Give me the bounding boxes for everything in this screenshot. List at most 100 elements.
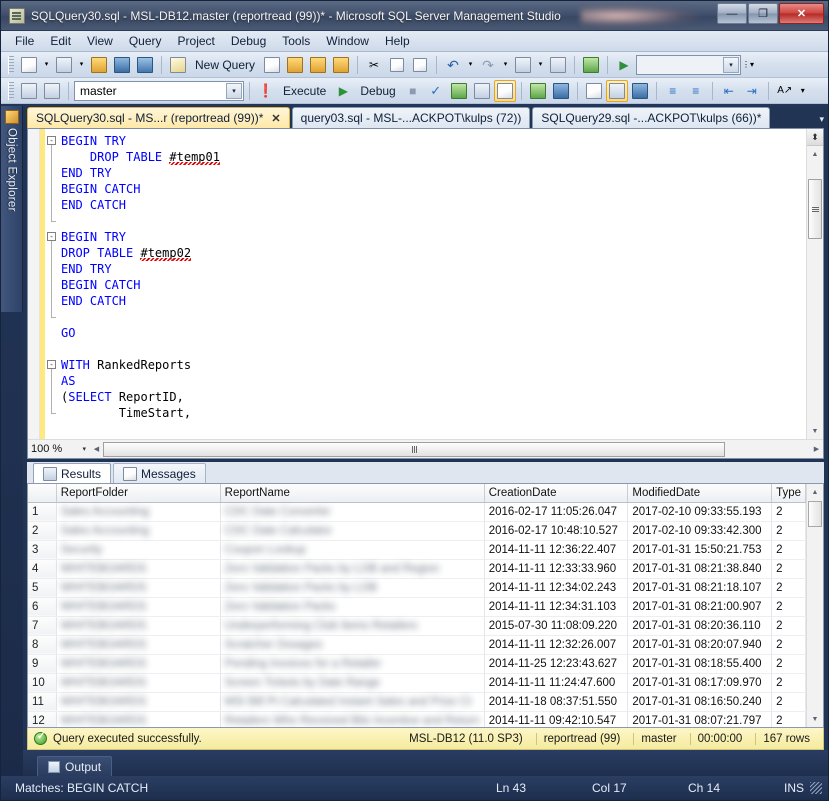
editor-vertical-scrollbar[interactable]: ⬍ ▲ ▼: [806, 129, 823, 439]
cell-reportfolder[interactable]: WHITEBOARDS: [56, 711, 220, 727]
find-combo[interactable]: ▾: [636, 55, 741, 75]
cell-reportfolder[interactable]: WHITEBOARDS: [56, 635, 220, 654]
database-combo-arrow-icon[interactable]: ▾: [226, 83, 242, 99]
find-combo-arrow-icon[interactable]: ▾: [723, 57, 739, 73]
row-number[interactable]: 12: [28, 711, 56, 727]
comment-icon[interactable]: ≡: [662, 80, 684, 102]
include-actual-plan-icon[interactable]: [494, 80, 516, 102]
menu-tools[interactable]: Tools: [274, 32, 318, 50]
cell-reportname[interactable]: CDC Date Converter: [220, 502, 484, 521]
header-type[interactable]: Type: [772, 484, 806, 502]
database-combo[interactable]: master ▾: [74, 81, 244, 101]
results-grid[interactable]: ReportFolder ReportName CreationDate Mod…: [28, 484, 806, 727]
cell-type[interactable]: 2: [772, 692, 806, 711]
header-reportname[interactable]: ReportName: [220, 484, 484, 502]
row-number[interactable]: 7: [28, 616, 56, 635]
execute-icon[interactable]: ❗: [255, 80, 277, 102]
cut-icon[interactable]: ✂: [363, 54, 385, 76]
toolbar-grip[interactable]: [8, 56, 14, 74]
new-item-dropdown-icon[interactable]: ▾: [41, 54, 52, 76]
menu-window[interactable]: Window: [318, 32, 377, 50]
new-item-icon[interactable]: [18, 54, 40, 76]
debug-icon[interactable]: ▶: [332, 80, 354, 102]
cell-creationdate[interactable]: 2014-11-11 12:34:31.103: [484, 597, 628, 616]
row-number[interactable]: 1: [28, 502, 56, 521]
cell-reportname[interactable]: Zero Validation Packs by LOB: [220, 578, 484, 597]
results-to-text-icon[interactable]: [583, 80, 605, 102]
cell-reportname[interactable]: Zero Validation Packs: [220, 597, 484, 616]
header-creationdate[interactable]: CreationDate: [484, 484, 628, 502]
parse-icon[interactable]: ✓: [425, 80, 447, 102]
fold-collapse-icon[interactable]: -: [47, 232, 56, 241]
new-project-dropdown-icon[interactable]: ▾: [76, 54, 87, 76]
undo-dropdown-icon[interactable]: ▾: [465, 54, 476, 76]
cell-reportfolder[interactable]: WHITEBOARDS: [56, 673, 220, 692]
menu-view[interactable]: View: [79, 32, 121, 50]
header-reportfolder[interactable]: ReportFolder: [56, 484, 220, 502]
cell-type[interactable]: 2: [772, 578, 806, 597]
row-number[interactable]: 5: [28, 578, 56, 597]
cell-reportfolder[interactable]: Sales Accounting: [56, 502, 220, 521]
cell-type[interactable]: 2: [772, 711, 806, 727]
chevron-down-icon[interactable]: ▾: [819, 114, 824, 125]
table-row[interactable]: 12WHITEBOARDSRetailers Who Received Bits…: [28, 711, 806, 727]
header-modifieddate[interactable]: ModifiedDate: [628, 484, 772, 502]
new-query-icon[interactable]: [167, 54, 189, 76]
editor-split-button[interactable]: ⬍: [807, 129, 823, 146]
cell-creationdate[interactable]: 2016-02-17 11:05:26.047: [484, 502, 628, 521]
cell-type[interactable]: 2: [772, 654, 806, 673]
new-query-label[interactable]: New Query: [190, 58, 260, 72]
cell-reportname[interactable]: Zero Validation Packs by LOB and Region: [220, 559, 484, 578]
cell-reportfolder[interactable]: WHITEBOARDS: [56, 654, 220, 673]
menu-file[interactable]: File: [7, 32, 42, 50]
cell-type[interactable]: 2: [772, 540, 806, 559]
results-vertical-scrollbar[interactable]: ▲ ▼: [806, 484, 823, 727]
sqlcmd-mode-icon[interactable]: [550, 80, 572, 102]
header-rownum[interactable]: [28, 484, 56, 502]
new-analysis-services-mdx-query-icon[interactable]: [284, 54, 306, 76]
cell-reportfolder[interactable]: WHITEBOARDS: [56, 559, 220, 578]
editor-code[interactable]: BEGIN TRY DROP TABLE #temp01END TRYBEGIN…: [59, 129, 806, 439]
maximize-button[interactable]: ❐: [748, 3, 778, 24]
menu-project[interactable]: Project: [170, 32, 223, 50]
cell-reportfolder[interactable]: Sales Accounting: [56, 521, 220, 540]
row-number[interactable]: 11: [28, 692, 56, 711]
table-row[interactable]: 8WHITEBOARDSScratcher Dosages2014-11-11 …: [28, 635, 806, 654]
navigate-forward-icon[interactable]: [547, 54, 569, 76]
cell-creationdate[interactable]: 2014-11-11 09:42:10.547: [484, 711, 628, 727]
display-estimated-plan-icon[interactable]: [448, 80, 470, 102]
redo-icon[interactable]: ↷: [477, 54, 499, 76]
cell-type[interactable]: 2: [772, 673, 806, 692]
redo-dropdown-icon[interactable]: ▾: [500, 54, 511, 76]
scroll-right-icon[interactable]: ▶: [810, 445, 823, 453]
save-all-icon[interactable]: [134, 54, 156, 76]
new-analysis-services-xmla-query-icon[interactable]: [330, 54, 352, 76]
table-row[interactable]: 6WHITEBOARDSZero Validation Packs2014-11…: [28, 597, 806, 616]
cell-reportfolder[interactable]: WHITEBOARDS: [56, 578, 220, 597]
cell-reportname[interactable]: Screen Tickets by Date Range: [220, 673, 484, 692]
cell-modifieddate[interactable]: 2017-01-31 08:21:18.107: [628, 578, 772, 597]
toolbar2-overflow-icon[interactable]: ▾: [797, 80, 809, 102]
cell-modifieddate[interactable]: 2017-01-31 15:50:21.753: [628, 540, 772, 559]
table-row[interactable]: 1Sales AccountingCDC Date Converter2016-…: [28, 502, 806, 521]
cell-modifieddate[interactable]: 2017-01-31 08:21:00.907: [628, 597, 772, 616]
cell-reportname[interactable]: Retailers Who Received Bits Incentive an…: [220, 711, 484, 727]
table-row[interactable]: 3SecurityCoupon Lookup2014-11-11 12:36:2…: [28, 540, 806, 559]
cell-creationdate[interactable]: 2014-11-11 12:34:02.243: [484, 578, 628, 597]
editor-horizontal-scrollbar[interactable]: ◀ ▶: [90, 441, 823, 458]
execute-label[interactable]: Execute: [278, 84, 331, 98]
close-icon[interactable]: ✕: [271, 112, 280, 125]
fold-collapse-icon[interactable]: -: [47, 136, 56, 145]
results-scroll-thumb[interactable]: [808, 501, 822, 527]
results-grid-wrapper[interactable]: ReportFolder ReportName CreationDate Mod…: [27, 483, 824, 728]
cell-modifieddate[interactable]: 2017-01-31 08:20:07.940: [628, 635, 772, 654]
table-row[interactable]: 9WHITEBOARDSPending Invoices for a Retai…: [28, 654, 806, 673]
new-analysis-services-dmx-query-icon[interactable]: [307, 54, 329, 76]
cell-type[interactable]: 2: [772, 502, 806, 521]
tab-sqlquery29[interactable]: SQLQuery29.sql -...ACKPOT\kulps (66))*: [532, 107, 770, 128]
cell-creationdate[interactable]: 2014-11-11 12:32:26.007: [484, 635, 628, 654]
cell-modifieddate[interactable]: 2017-01-31 08:17:09.970: [628, 673, 772, 692]
close-button[interactable]: ✕: [779, 3, 824, 24]
editor-text-area[interactable]: --- BEGIN TRY DROP TABLE #temp01END TRYB…: [28, 129, 823, 439]
cell-type[interactable]: 2: [772, 521, 806, 540]
